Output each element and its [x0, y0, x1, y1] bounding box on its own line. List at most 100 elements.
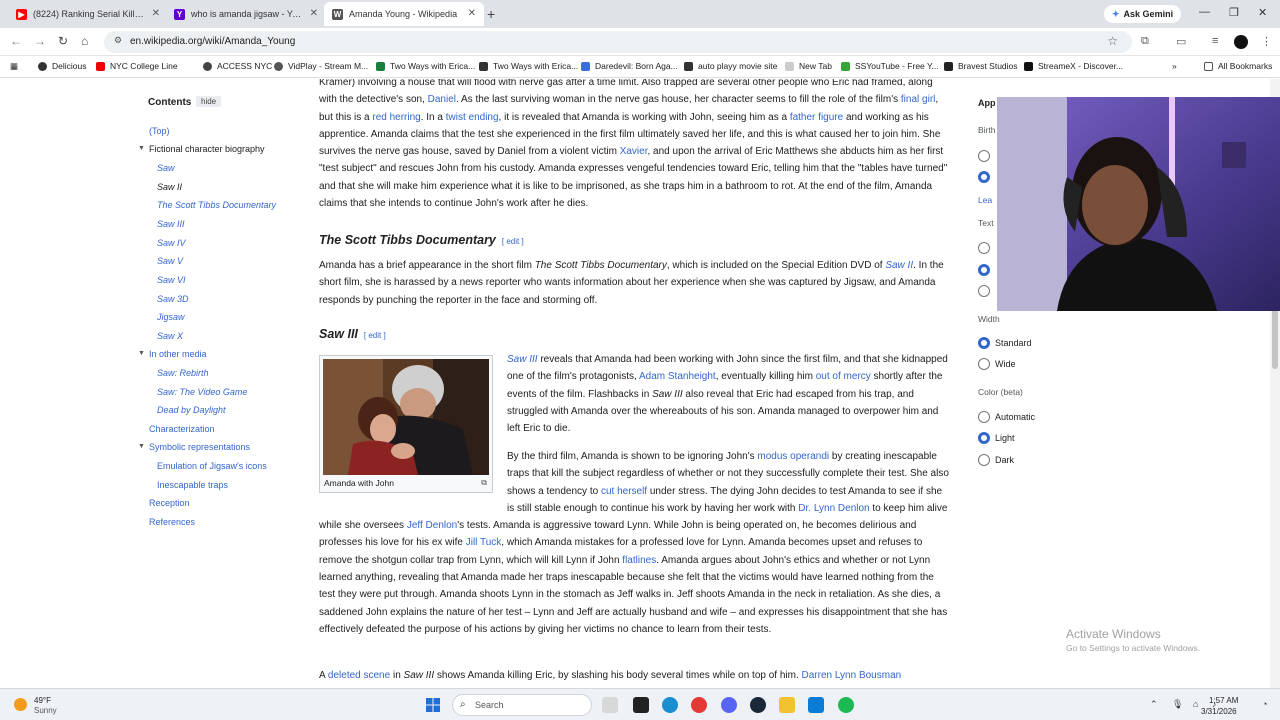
toc-item-saw-iv[interactable]: Saw IV: [157, 238, 186, 248]
radio-partial[interactable]: [978, 150, 990, 162]
apps-icon[interactable]: ▦: [10, 61, 18, 72]
radio-text-large[interactable]: [978, 285, 990, 297]
home-icon[interactable]: ⌂: [81, 34, 88, 48]
toc-item-references[interactable]: References: [149, 517, 195, 527]
app-icon[interactable]: [633, 697, 649, 713]
radio-text-standard[interactable]: [978, 264, 990, 276]
link-lynn-denlon[interactable]: Dr. Lynn Denlon: [798, 503, 869, 514]
tab-youtube[interactable]: ▶ (8224) Ranking Serial Killer Du... ✕: [8, 2, 168, 26]
radio-partial-selected[interactable]: [978, 171, 990, 183]
link-modus-operandi[interactable]: modus operandi: [757, 451, 829, 462]
reload-button[interactable]: ↻: [58, 34, 68, 48]
close-window-button[interactable]: ✕: [1258, 6, 1267, 19]
bookmark-star-icon[interactable]: ☆: [1107, 34, 1118, 48]
link-cut-herself[interactable]: cut herself: [601, 486, 647, 497]
link-darren-lynn-bousman[interactable]: Darren Lynn Bousman: [802, 670, 902, 681]
toc-item-rebirth[interactable]: Saw: Rebirth: [157, 368, 209, 378]
chevron-down-icon[interactable]: ▼: [138, 443, 145, 450]
microphone-icon[interactable]: 🎙: [1172, 699, 1183, 710]
tab-wikipedia[interactable]: W Amanda Young - Wikipedia ✕: [324, 2, 484, 26]
link-xavier[interactable]: Xavier: [620, 146, 648, 157]
chrome-icon[interactable]: [691, 697, 707, 713]
steam-icon[interactable]: [750, 697, 766, 713]
link-deleted-scene[interactable]: deleted scene: [328, 670, 390, 681]
profile-avatar[interactable]: [1234, 35, 1248, 49]
toc-item-jigsaw[interactable]: Jigsaw: [157, 312, 185, 322]
toc-item-saw-iii[interactable]: Saw III: [157, 219, 185, 229]
toc-item-saw-v[interactable]: Saw V: [157, 256, 183, 266]
bookmark-item[interactable]: StreameX - Discover...: [1024, 61, 1123, 71]
close-icon[interactable]: ✕: [310, 8, 318, 19]
scrollbar-thumb[interactable]: [1272, 309, 1278, 369]
link-out-of-mercy[interactable]: out of mercy: [816, 371, 871, 382]
link-flatlines[interactable]: flatlines: [622, 555, 656, 566]
bookmark-item[interactable]: SSYouTube - Free Y...: [841, 61, 939, 71]
link-final-girl[interactable]: final girl: [901, 94, 935, 105]
toc-item-symbolic[interactable]: Symbolic representations: [149, 442, 250, 452]
toc-item-characterization[interactable]: Characterization: [149, 424, 215, 434]
maximize-button[interactable]: ❐: [1229, 6, 1239, 19]
toc-item-top[interactable]: (Top): [149, 126, 170, 136]
back-button[interactable]: ←: [10, 34, 22, 48]
bookmark-item[interactable]: Delicious: [38, 61, 87, 71]
bookmark-item[interactable]: Bravest Studios: [944, 61, 1018, 71]
sidebar-icon[interactable]: ▭: [1176, 35, 1186, 48]
bookmark-item[interactable]: New Tab: [785, 61, 832, 71]
app-icon[interactable]: [808, 697, 824, 713]
radio-color-light[interactable]: [978, 432, 990, 444]
radio-width-wide[interactable]: [978, 358, 990, 370]
radio-color-automatic[interactable]: [978, 411, 990, 423]
toc-item-reception[interactable]: Reception: [149, 498, 190, 508]
link-father-figure[interactable]: father figure: [790, 112, 843, 123]
toc-item-saw-3d[interactable]: Saw 3D: [157, 294, 189, 304]
site-info-icon[interactable]: ⚙: [114, 35, 122, 46]
edit-link[interactable]: edit: [368, 331, 381, 340]
toc-item-emulation[interactable]: Emulation of Jigsaw's icons: [157, 461, 267, 471]
toc-item-inescapable[interactable]: Inescapable traps: [157, 480, 228, 490]
toc-item-dead-by-daylight[interactable]: Dead by Daylight: [157, 405, 226, 415]
toc-item-scott-tibbs[interactable]: The Scott Tibbs Documentary: [157, 200, 276, 210]
bookmark-item[interactable]: NYC College Line: [96, 61, 178, 71]
toc-item-biography[interactable]: Fictional character biography: [149, 144, 265, 154]
notification-icon[interactable]: ◔: [1262, 699, 1267, 709]
bookmark-item[interactable]: ACCESS NYC: [203, 61, 272, 71]
link-jeff-denlon[interactable]: Jeff Denlon: [407, 520, 457, 531]
toc-item-saw-vi[interactable]: Saw VI: [157, 275, 186, 285]
all-bookmarks-button[interactable]: All Bookmarks: [1204, 61, 1272, 71]
toc-item-saw-x[interactable]: Saw X: [157, 331, 183, 341]
link-saw-iii[interactable]: Saw III: [507, 354, 538, 365]
windows-start-icon[interactable]: [426, 698, 440, 712]
radio-width-standard[interactable]: [978, 337, 990, 349]
new-tab-button[interactable]: +: [487, 6, 495, 22]
bookmark-item[interactable]: Daredevil: Born Aga...: [581, 61, 678, 71]
link-adam-stanheight[interactable]: Adam Stanheight: [639, 371, 716, 382]
clock-date[interactable]: 3/31/2026: [1201, 707, 1237, 716]
chevron-up-icon[interactable]: ⌃: [1150, 699, 1158, 710]
tab-yahoo[interactable]: Y who is amanda jigsaw - Yahoo ... ✕: [166, 2, 326, 26]
toc-item-video-game[interactable]: Saw: The Video Game: [157, 387, 247, 397]
media-icon[interactable]: ≡: [1212, 35, 1218, 47]
spotify-icon[interactable]: [838, 697, 854, 713]
link-jill-tuck[interactable]: Jill Tuck: [466, 537, 502, 548]
menu-icon[interactable]: ⋮: [1261, 35, 1272, 48]
discord-icon[interactable]: [721, 697, 737, 713]
file-explorer-icon[interactable]: [779, 697, 795, 713]
learn-more-link[interactable]: Lea: [978, 195, 992, 205]
network-icon[interactable]: ⌂: [1193, 699, 1198, 709]
address-bar[interactable]: ⚙ en.wikipedia.org/wiki/Amanda_Young ☆: [104, 31, 1132, 53]
taskbar-search[interactable]: ⌕ Search: [452, 694, 592, 716]
link-saw-ii[interactable]: Saw II: [885, 260, 913, 271]
bookmark-item[interactable]: Two Ways with Erica...: [479, 61, 578, 71]
link-twist-ending[interactable]: twist ending: [446, 112, 499, 123]
close-icon[interactable]: ✕: [468, 8, 476, 19]
close-icon[interactable]: ✕: [152, 8, 160, 19]
toc-item-other-media[interactable]: In other media: [149, 349, 207, 359]
sun-icon[interactable]: [14, 698, 27, 711]
bookmark-item[interactable]: Two Ways with Erica...: [376, 61, 475, 71]
radio-text-small[interactable]: [978, 242, 990, 254]
bookmark-item[interactable]: VidPlay - Stream M...: [274, 61, 368, 71]
clock-time[interactable]: 1:57 AM: [1209, 696, 1238, 705]
more-bookmarks-icon[interactable]: »: [1172, 61, 1177, 71]
toc-item-saw[interactable]: Saw: [157, 163, 175, 173]
minimize-button[interactable]: —: [1199, 6, 1210, 18]
